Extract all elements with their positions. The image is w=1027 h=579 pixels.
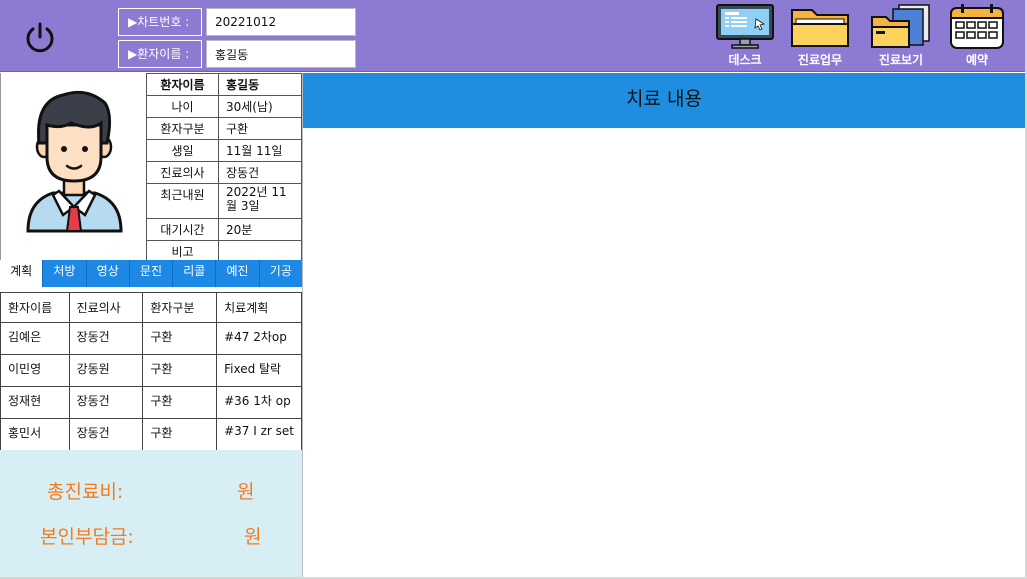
- info-key: 생일: [146, 139, 219, 162]
- tab-lab[interactable]: 기공: [260, 260, 302, 287]
- info-value: 홍길동: [218, 73, 302, 96]
- table-cell: 장동건: [68, 386, 144, 419]
- table-cell: 구환: [142, 354, 218, 387]
- info-row-wait-time: 대기시간 20분: [146, 218, 302, 241]
- info-row-age: 나이 30세(남): [146, 95, 302, 118]
- info-value: 장동건: [218, 161, 302, 184]
- column-header: 환자구분: [142, 292, 218, 323]
- info-row-birthday: 생일 11월 11일: [146, 139, 302, 162]
- patient-avatar: [0, 73, 146, 260]
- patient-name-input[interactable]: [206, 40, 356, 68]
- tab-recall[interactable]: 리콜: [173, 260, 217, 287]
- nav-treatment-view-label: 진료보기: [878, 53, 924, 67]
- nav-treatment-view-button[interactable]: 진료보기: [866, 2, 936, 70]
- power-icon[interactable]: [22, 20, 58, 56]
- copay-label: 본인부담금:: [40, 526, 134, 548]
- table-cell: 구환: [142, 386, 218, 419]
- tab-imaging[interactable]: 영상: [87, 260, 130, 287]
- info-key: 나이: [146, 95, 219, 118]
- table-cell: #36 1차 op: [216, 386, 302, 419]
- desktop-monitor-icon: [716, 4, 774, 49]
- info-value[interactable]: [218, 240, 302, 262]
- record-tabs: 계획 처방 영상 문진 리콜 예진 기공: [0, 260, 302, 287]
- table-cell: 구환: [142, 418, 218, 451]
- nav-desk-button[interactable]: 데스크: [710, 2, 780, 70]
- info-value: 30세(남): [218, 95, 302, 118]
- info-row-note: 비고: [146, 240, 302, 262]
- table-cell: #47 2차op: [216, 322, 302, 355]
- tab-plan[interactable]: 계획: [0, 260, 44, 287]
- user-avatar-icon: [26, 90, 123, 233]
- table-cell: 김예은: [0, 322, 70, 355]
- table-cell: 장동건: [68, 322, 144, 355]
- info-row-doctor: 진료의사 장동건: [146, 161, 302, 184]
- table-header-row: 환자이름 진료의사 환자구분 치료계획: [0, 292, 302, 323]
- patient-name-label: ▶환자이름 :: [118, 40, 202, 68]
- treatment-content-title: 치료 내용: [303, 73, 1025, 128]
- table-row[interactable]: 정재현 장동건 구환 #36 1차 op: [0, 386, 302, 419]
- info-value: 구환: [218, 117, 302, 140]
- table-cell: 구환: [142, 322, 218, 355]
- table-cell: 강동원: [68, 354, 144, 387]
- tab-prescription[interactable]: 처방: [43, 260, 87, 287]
- column-header: 진료의사: [68, 292, 144, 323]
- table-cell: 장동건: [68, 418, 144, 451]
- info-key: 진료의사: [146, 161, 219, 184]
- table-row[interactable]: 이민영 강동원 구환 Fixed 탈락: [0, 354, 302, 387]
- info-key: 비고: [146, 240, 219, 262]
- calendar-icon: [950, 4, 1004, 49]
- table-row[interactable]: 김예은 장동건 구환 #47 2차op: [0, 322, 302, 355]
- info-row-name: 환자이름 홍길동: [146, 73, 302, 96]
- folders-documents-icon: [871, 4, 930, 48]
- chart-number-label: ▶차트번호 :: [118, 8, 202, 36]
- nav-treatment-work-label: 진료업무: [797, 53, 843, 67]
- table-cell: 홍민서: [0, 418, 70, 451]
- info-value: 11월 11일: [218, 139, 302, 162]
- info-key: 환자구분: [146, 117, 219, 140]
- chart-number-input[interactable]: [206, 8, 356, 36]
- nav-reservation-label: 예약: [965, 53, 989, 67]
- table-cell: Fixed 탈락: [216, 354, 302, 387]
- info-row-type: 환자구분 구환: [146, 117, 302, 140]
- patient-info-table: 환자이름 홍길동 나이 30세(남) 환자구분 구환 생일 11월 11일 진료…: [146, 73, 302, 262]
- info-value: 2022년 11월 3일: [218, 183, 302, 219]
- tab-questionnaire[interactable]: 문진: [130, 260, 174, 287]
- table-row[interactable]: 홍민서 장동건 구환 #37 I zr set: [0, 418, 302, 451]
- patient-list-table: 환자이름 진료의사 환자구분 치료계획 김예은 장동건 구환 #47 2차op …: [0, 292, 302, 451]
- total-fee-label: 총진료비:: [47, 481, 124, 503]
- info-row-last-visit: 최근내원 2022년 11월 3일: [146, 183, 302, 219]
- info-key: 최근내원: [146, 183, 219, 219]
- treatment-content-panel: 치료 내용: [302, 73, 1025, 577]
- folder-icon: [791, 9, 849, 47]
- nav-treatment-work-button[interactable]: 진료업무: [785, 2, 855, 70]
- total-fee-unit: 원: [237, 481, 255, 503]
- nav-desk-label: 데스크: [728, 53, 762, 67]
- info-key: 환자이름: [146, 73, 219, 96]
- column-header: 치료계획: [216, 292, 302, 323]
- cost-summary-panel: 총진료비: 원 본인부담금: 원: [0, 450, 302, 577]
- tab-pre-exam[interactable]: 예진: [216, 260, 260, 287]
- copay-unit: 원: [244, 526, 262, 548]
- table-cell: #37 I zr set: [216, 418, 302, 451]
- table-cell: 정재현: [0, 386, 70, 419]
- info-key: 대기시간: [146, 218, 219, 241]
- top-header: ▶차트번호 : ▶환자이름 : 데스크 진료업무: [0, 0, 1027, 72]
- nav-reservation-button[interactable]: 예약: [942, 2, 1012, 70]
- info-value: 20분: [218, 218, 302, 241]
- table-cell: 이민영: [0, 354, 70, 387]
- column-header: 환자이름: [0, 292, 70, 323]
